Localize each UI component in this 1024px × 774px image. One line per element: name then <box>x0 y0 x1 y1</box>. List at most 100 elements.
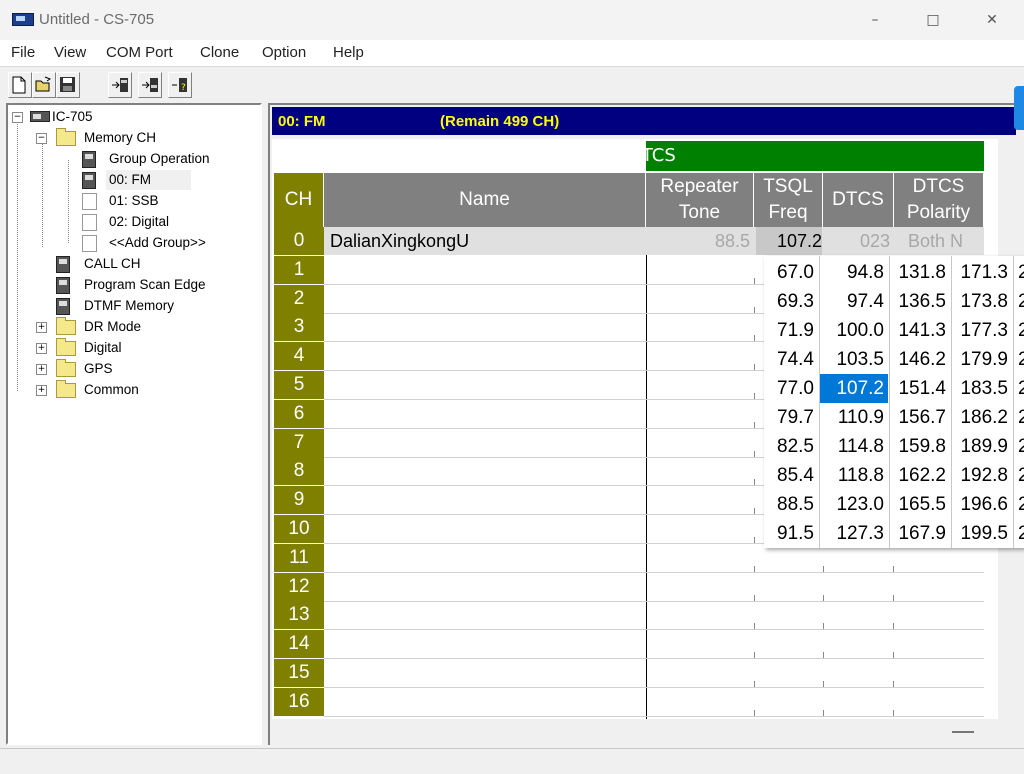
new-file-button[interactable] <box>8 72 32 98</box>
tone-option[interactable]: 97.4 <box>820 287 888 316</box>
tone-option[interactable]: 2 <box>1014 287 1024 316</box>
tone-option[interactable]: 165.5 <box>890 490 950 519</box>
expand-icon[interactable]: + <box>36 364 47 375</box>
ch-number-cell[interactable]: 1 <box>274 255 324 285</box>
header-tsql-freq[interactable]: TSQL Freq <box>754 173 823 227</box>
expand-icon[interactable]: + <box>36 385 47 396</box>
tone-option[interactable]: 2 <box>1014 519 1024 548</box>
expand-icon[interactable]: + <box>36 322 47 333</box>
ch-number-cell[interactable]: 2 <box>274 284 324 314</box>
header-ch[interactable]: CH <box>274 173 324 227</box>
menu-clone[interactable]: Clone <box>200 44 239 61</box>
tone-option[interactable]: 107.2 <box>820 374 888 403</box>
side-tab[interactable] <box>1014 86 1024 130</box>
tone-option[interactable]: 199.5 <box>952 519 1012 548</box>
read-from-radio-button[interactable] <box>138 72 162 98</box>
collapse-icon[interactable]: − <box>12 112 23 123</box>
tone-option[interactable]: 103.5 <box>820 345 888 374</box>
tone-option[interactable]: 2 <box>1014 432 1024 461</box>
close-button[interactable]: ✕ <box>969 6 1015 34</box>
tone-option[interactable]: 94.8 <box>820 258 888 287</box>
save-button[interactable] <box>56 72 80 98</box>
tone-option[interactable]: 189.9 <box>952 432 1012 461</box>
tone-option[interactable]: 162.2 <box>890 461 950 490</box>
tree-item-00-fm[interactable]: 00: FM <box>64 170 254 190</box>
header-dtcs-polarity[interactable]: DTCS Polarity <box>894 173 984 227</box>
tone-option[interactable]: 110.9 <box>820 403 888 432</box>
tone-option[interactable]: 2 <box>1014 461 1024 490</box>
tone-option[interactable]: 82.5 <box>764 432 818 461</box>
tone-option[interactable]: 127.3 <box>820 519 888 548</box>
ch-number-cell[interactable]: 7 <box>274 428 324 458</box>
tone-frequency-dropdown[interactable]: 67.0 69.3 71.9 74.4 77.0 79.7 82.5 85.4 88.5 91.5… <box>764 256 1024 548</box>
ch-number-cell[interactable]: 11 <box>274 543 324 573</box>
open-button[interactable] <box>32 72 56 98</box>
tree-item-common[interactable]: + Common <box>36 380 246 400</box>
tone-option[interactable]: 123.0 <box>820 490 888 519</box>
menu-view[interactable]: View <box>54 44 86 61</box>
tree-item-program-scan-edge[interactable]: Program Scan Edge <box>38 275 248 295</box>
tone-option[interactable]: 114.8 <box>820 432 888 461</box>
tone-option[interactable]: 100.0 <box>820 316 888 345</box>
ch-number-cell[interactable]: 13 <box>274 601 324 631</box>
ch-number-cell[interactable]: 4 <box>274 342 324 372</box>
tone-option[interactable]: 179.9 <box>952 345 1012 374</box>
tree-item-memory-ch[interactable]: − Memory CH <box>36 128 256 148</box>
resize-grip[interactable] <box>952 731 974 733</box>
tone-option[interactable]: 2 <box>1014 258 1024 287</box>
ch-number-cell[interactable]: 15 <box>274 659 324 688</box>
menu-option[interactable]: Option <box>262 44 306 61</box>
radio-info-button[interactable]: ? <box>168 72 192 98</box>
tree-item-ic705[interactable]: − IC-705 <box>12 107 252 127</box>
tone-option[interactable]: 192.8 <box>952 461 1012 490</box>
table-row-0[interactable]: DalianXingkongU 88.5 107.2 023 Both N <box>324 227 984 255</box>
minimize-button[interactable]: – <box>852 6 898 34</box>
ch-number-cell[interactable]: 14 <box>274 630 324 660</box>
tone-option[interactable]: 156.7 <box>890 403 950 432</box>
tone-option[interactable]: 88.5 <box>764 490 818 519</box>
collapse-icon[interactable]: − <box>36 133 47 144</box>
tree-item-call-ch[interactable]: CALL CH <box>38 254 248 274</box>
tree-item-01-ssb[interactable]: 01: SSB <box>64 191 254 211</box>
tone-option[interactable]: 2 <box>1014 345 1024 374</box>
cell-dtcs-polarity[interactable]: Both N <box>908 227 963 255</box>
menu-com-port[interactable]: COM Port <box>106 44 173 61</box>
tone-option[interactable]: 183.5 <box>952 374 1012 403</box>
header-name[interactable]: Name <box>324 173 646 227</box>
tone-option[interactable]: 146.2 <box>890 345 950 374</box>
tone-option[interactable]: 171.3 <box>952 258 1012 287</box>
ch-number-cell[interactable]: 12 <box>274 572 324 602</box>
tone-option[interactable]: 196.6 <box>952 490 1012 519</box>
tone-option[interactable]: 77.0 <box>764 374 818 403</box>
tone-option[interactable]: 118.8 <box>820 461 888 490</box>
cell-name[interactable]: DalianXingkongU <box>330 227 469 255</box>
tone-option[interactable]: 67.0 <box>764 258 818 287</box>
cell-tsql-freq[interactable]: 107.2 <box>756 227 822 255</box>
ch-number-cell[interactable]: 6 <box>274 399 324 429</box>
tone-option[interactable]: 131.8 <box>890 258 950 287</box>
tone-option[interactable]: 159.8 <box>890 432 950 461</box>
tone-option[interactable]: 141.3 <box>890 316 950 345</box>
menu-file[interactable]: File <box>11 44 35 61</box>
tone-option[interactable]: 2 <box>1014 374 1024 403</box>
ch-number-cell[interactable]: 5 <box>274 371 324 400</box>
tone-option[interactable]: 79.7 <box>764 403 818 432</box>
header-repeater-tone[interactable]: Repeater Tone <box>646 173 754 227</box>
tree-item-dr-mode[interactable]: + DR Mode <box>36 317 246 337</box>
ch-number-cell[interactable]: 9 <box>274 486 324 516</box>
tree-item-digital[interactable]: + Digital <box>36 338 246 358</box>
tone-option[interactable]: 167.9 <box>890 519 950 548</box>
tone-option[interactable]: 186.2 <box>952 403 1012 432</box>
tone-option[interactable]: 91.5 <box>764 519 818 548</box>
tone-option[interactable]: 2 <box>1014 316 1024 345</box>
tone-option[interactable]: 74.4 <box>764 345 818 374</box>
header-dtcs[interactable]: DTCS <box>823 173 894 227</box>
tone-option[interactable]: 173.8 <box>952 287 1012 316</box>
tree-item-add-group[interactable]: <<Add Group>> <box>64 233 254 253</box>
tone-option[interactable]: 2 <box>1014 490 1024 519</box>
ch-number-cell[interactable]: 16 <box>274 687 324 717</box>
menu-help[interactable]: Help <box>333 44 364 61</box>
tree-item-02-digital[interactable]: 02: Digital <box>64 212 254 232</box>
maximize-button[interactable]: □ <box>910 6 956 34</box>
tree-item-group-operation[interactable]: Group Operation <box>64 149 254 169</box>
